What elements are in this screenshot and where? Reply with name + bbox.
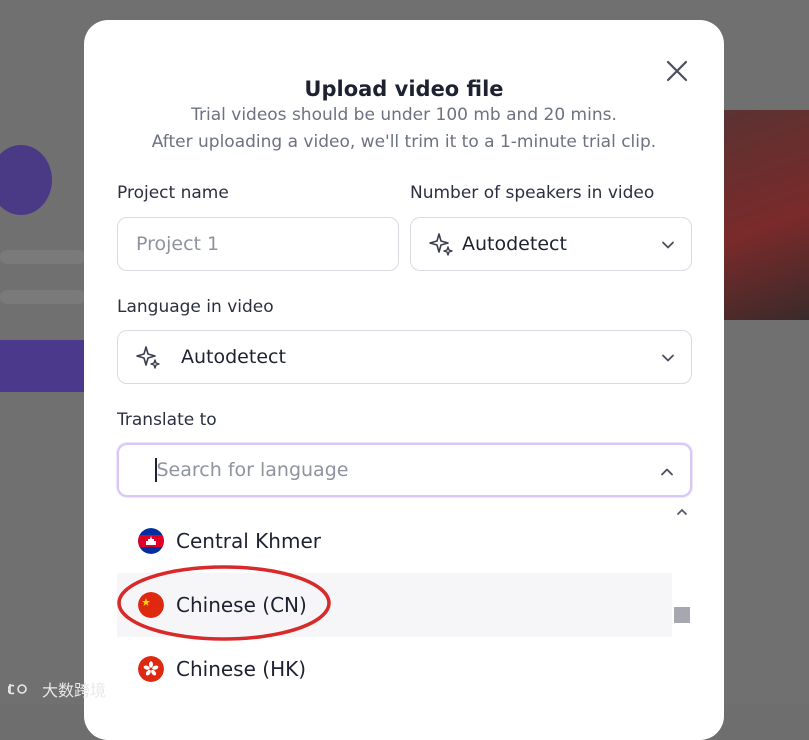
option-label: Central Khmer	[176, 529, 321, 553]
speakers-select[interactable]: Autodetect	[410, 217, 692, 271]
translate-placeholder: Search for language	[156, 459, 349, 481]
cambodia-flag-icon	[138, 528, 164, 554]
translate-label: Translate to	[117, 410, 217, 430]
watermark: 大数跨境	[8, 677, 106, 701]
project-name-input[interactable]: Project 1	[117, 217, 399, 271]
subtitle-line-1: Trial videos should be under 100 mb and …	[191, 105, 617, 125]
language-dropdown: Central Khmer Chinese (CN) Chinese (HK)	[117, 505, 692, 704]
background-video-thumbnail	[722, 110, 809, 320]
subtitle-line-2: After uploading a video, we'll trim it t…	[151, 132, 657, 152]
language-value: Autodetect	[181, 346, 286, 368]
sparkle-icon	[136, 346, 160, 369]
close-icon[interactable]	[664, 58, 690, 84]
language-option-chinese-cn[interactable]: Chinese (CN)	[117, 573, 672, 637]
hong-kong-flag-icon	[138, 656, 164, 682]
language-select[interactable]: Autodetect	[117, 330, 692, 384]
option-label: Chinese (HK)	[176, 657, 307, 681]
china-flag-icon	[138, 592, 164, 618]
project-name-placeholder: Project 1	[136, 233, 220, 255]
chevron-down-icon	[662, 241, 674, 249]
watermark-text: 大数跨境	[42, 681, 107, 700]
option-label: Chinese (CN)	[176, 593, 307, 617]
watermark-logo-icon	[8, 684, 27, 695]
speakers-label: Number of speakers in video	[410, 183, 655, 203]
scrollbar-thumb[interactable]	[674, 607, 690, 623]
translate-search-input[interactable]: Search for language	[117, 443, 692, 497]
chevron-up-icon	[661, 468, 673, 476]
scroll-up-icon[interactable]	[676, 507, 688, 517]
background-text-line	[0, 250, 86, 264]
modal-subtitle: Trial videos should be under 100 mb and …	[84, 102, 724, 156]
background-text-line	[0, 290, 86, 304]
language-option-chinese-hk[interactable]: Chinese (HK)	[117, 637, 672, 701]
language-label: Language in video	[117, 297, 274, 317]
dropdown-scrollbar[interactable]	[672, 505, 692, 704]
sparkle-icon	[429, 233, 453, 256]
project-name-label: Project name	[117, 183, 229, 203]
speakers-value: Autodetect	[462, 233, 567, 255]
modal-title: Upload video file	[304, 77, 504, 101]
language-option-central-khmer[interactable]: Central Khmer	[117, 509, 672, 573]
chevron-down-icon	[662, 354, 674, 362]
background-avatar	[0, 145, 52, 215]
